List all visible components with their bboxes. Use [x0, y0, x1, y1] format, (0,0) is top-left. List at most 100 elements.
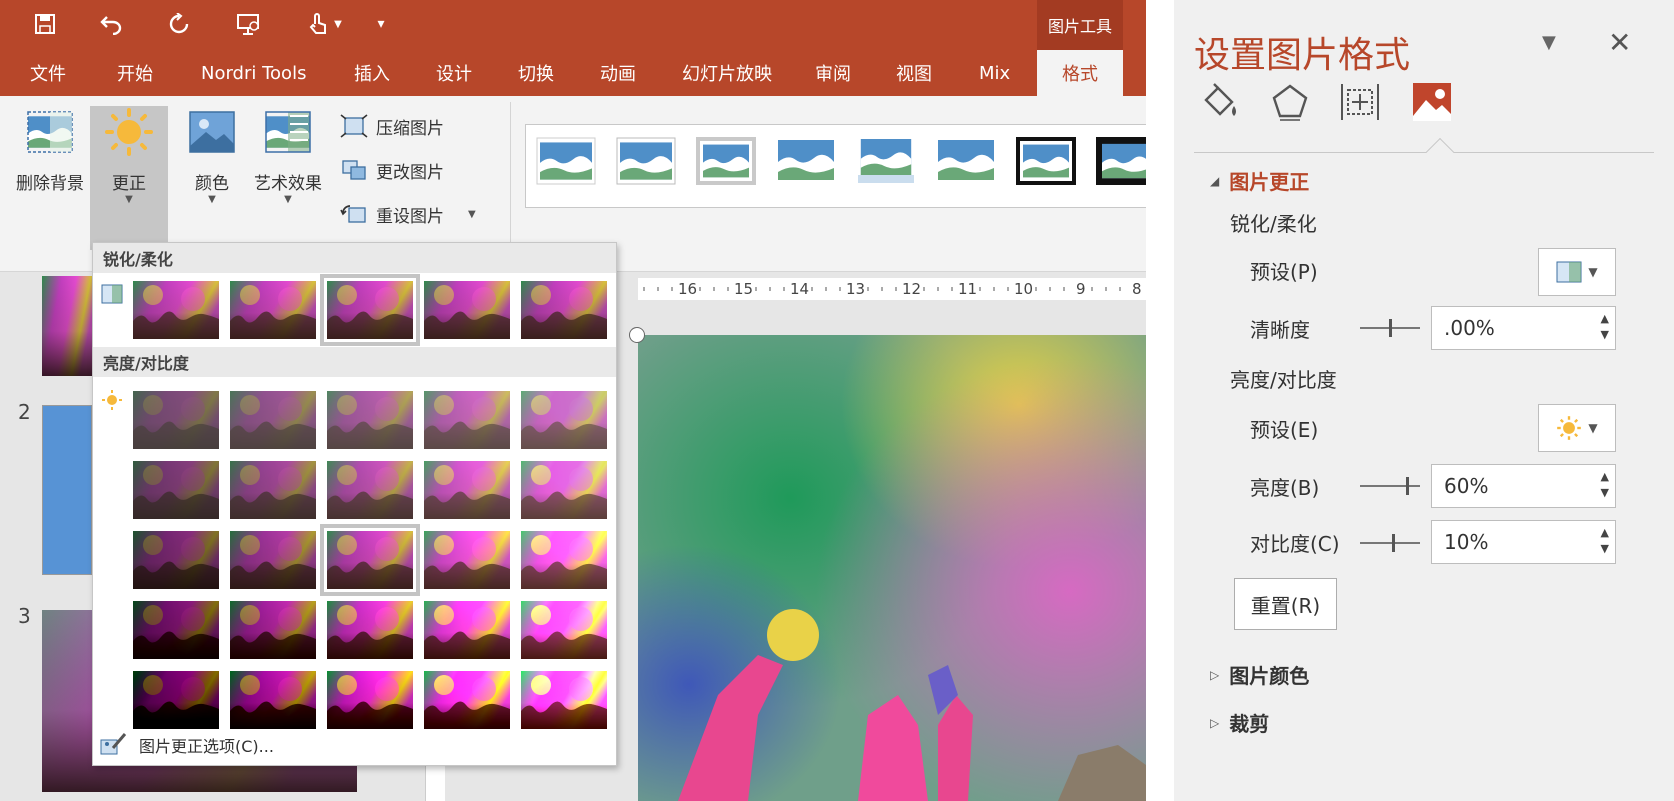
brightness-preset-thumb[interactable]: [327, 461, 413, 519]
tab-format[interactable]: 格式: [1037, 50, 1123, 96]
brightness-spinner[interactable]: 60% ▲ ▼: [1431, 464, 1616, 508]
brightness-preset-thumb[interactable]: [133, 531, 219, 589]
slider-thumb[interactable]: [1392, 534, 1395, 552]
brightness-preset-thumb[interactable]: [521, 671, 607, 729]
remove-background-button[interactable]: 删除背景: [10, 106, 90, 194]
brightness-preset-thumb[interactable]: [133, 461, 219, 519]
reset-button[interactable]: 重置(R): [1234, 578, 1337, 630]
tab-review[interactable]: 审阅: [815, 50, 851, 96]
tab-transitions[interactable]: 切换: [518, 50, 554, 96]
compress-pictures-button[interactable]: 压缩图片: [340, 108, 444, 144]
brightness-preset-thumb[interactable]: [424, 531, 510, 589]
tab-home[interactable]: 开始: [117, 50, 153, 96]
brightness-preset-thumb[interactable]: [521, 461, 607, 519]
brightness-contrast-header: 亮度/对比度: [93, 347, 616, 377]
sharpen-preset-thumb[interactable]: [133, 281, 219, 339]
clarity-spinner[interactable]: .00% ▲ ▼: [1431, 306, 1616, 350]
picture-style-thumb[interactable]: [536, 137, 596, 185]
spin-arrows-icon[interactable]: ▲ ▼: [1601, 469, 1609, 501]
corrections-options-icon: [100, 733, 127, 755]
customize-qat-icon[interactable]: ▾: [364, 8, 398, 40]
sharpen-preset-dropdown[interactable]: ▼: [1538, 248, 1616, 296]
slider-thumb[interactable]: [1406, 477, 1409, 495]
slideshow-icon[interactable]: [232, 8, 266, 40]
brightness-preset-thumb[interactable]: [230, 531, 316, 589]
artistic-effects-button[interactable]: 艺术效果 ▼: [246, 106, 330, 205]
clarity-slider[interactable]: [1360, 319, 1420, 337]
section-picture-color[interactable]: ▷ 图片颜色: [1210, 660, 1309, 689]
sharpen-preset-thumb[interactable]: [230, 281, 316, 339]
contrast-slider[interactable]: [1360, 534, 1420, 552]
section-crop[interactable]: ▷ 裁剪: [1210, 708, 1269, 737]
sun-icon: [1557, 416, 1582, 440]
fill-line-icon[interactable]: [1198, 80, 1242, 124]
sharpen-preset-thumb[interactable]: [320, 274, 420, 346]
brightness-preset-thumb[interactable]: [230, 671, 316, 729]
brightness-preset-thumb[interactable]: [230, 391, 316, 449]
brightness-preset-thumb[interactable]: [327, 671, 413, 729]
brightness-preset-dropdown[interactable]: ▼: [1538, 404, 1616, 452]
brightness-preset-thumb[interactable]: [230, 461, 316, 519]
brightness-preset-thumb[interactable]: [521, 531, 607, 589]
resize-handle[interactable]: [629, 327, 645, 343]
picture-style-thumb[interactable]: [616, 137, 676, 185]
sharpen-preset-thumb[interactable]: [424, 281, 510, 339]
color-button[interactable]: 颜色 ▼: [178, 106, 246, 205]
tab-nordri-tools[interactable]: Nordri Tools: [201, 50, 306, 96]
picture-style-thumb[interactable]: [856, 137, 916, 185]
brightness-preset-thumb[interactable]: [521, 391, 607, 449]
reset-picture-button[interactable]: 重设图片 ▼: [340, 196, 476, 232]
spin-arrows-icon[interactable]: ▲ ▼: [1601, 311, 1609, 343]
pane-options-chevron-icon[interactable]: ▼: [1542, 32, 1556, 53]
slide-thumb-1[interactable]: [42, 276, 92, 376]
slide-picture[interactable]: [638, 335, 1146, 801]
contrast-spinner[interactable]: 10% ▲ ▼: [1431, 520, 1616, 564]
tab-mix[interactable]: Mix: [979, 50, 1010, 96]
tab-view[interactable]: 视图: [896, 50, 932, 96]
picture-style-thumb[interactable]: [776, 137, 836, 185]
picture-icon[interactable]: [1410, 80, 1454, 124]
tab-file[interactable]: 文件: [30, 50, 66, 96]
tab-slideshow[interactable]: 幻灯片放映: [682, 50, 772, 96]
slider-thumb[interactable]: [1389, 319, 1392, 337]
chevron-down-icon[interactable]: ▼: [468, 209, 476, 220]
slide-number: 2: [18, 400, 31, 424]
ruler-label: 8: [1132, 280, 1142, 298]
sharpen-preset-thumb[interactable]: [521, 281, 607, 339]
spin-arrows-icon[interactable]: ▲ ▼: [1601, 525, 1609, 557]
brightness-preset-thumb[interactable]: [521, 601, 607, 659]
corrections-button[interactable]: 更正 ▼: [90, 106, 168, 250]
undo-icon[interactable]: [94, 8, 128, 40]
brightness-preset-thumb[interactable]: [424, 671, 510, 729]
ribbon-separator: [510, 102, 511, 252]
ruler-label: 12: [902, 280, 922, 298]
tab-insert[interactable]: 插入: [354, 50, 390, 96]
size-position-icon[interactable]: [1338, 80, 1382, 124]
brightness-preset-thumb[interactable]: [424, 461, 510, 519]
change-picture-button[interactable]: 更改图片: [340, 152, 444, 188]
picture-style-thumb[interactable]: [1016, 137, 1076, 185]
slide-thumb-2[interactable]: [42, 405, 92, 575]
redo-icon[interactable]: [162, 8, 196, 40]
brightness-preset-thumb[interactable]: [424, 391, 510, 449]
picture-style-thumb[interactable]: [936, 137, 996, 185]
section-picture-corrections[interactable]: ◢ 图片更正: [1210, 166, 1309, 195]
brightness-preset-thumb[interactable]: [133, 391, 219, 449]
touch-mode-icon[interactable]: ▼: [300, 8, 348, 40]
close-icon[interactable]: ✕: [1608, 26, 1631, 59]
tab-design[interactable]: 设计: [436, 50, 472, 96]
brightness-preset-thumb[interactable]: [327, 391, 413, 449]
brightness-preset-thumb[interactable]: [327, 601, 413, 659]
brightness-preset-thumb[interactable]: [424, 601, 510, 659]
brightness-preset-thumb[interactable]: [133, 601, 219, 659]
brightness-value: 60%: [1444, 474, 1489, 498]
brightness-slider[interactable]: [1360, 477, 1420, 495]
picture-style-thumb[interactable]: [696, 137, 756, 185]
picture-corrections-options-link[interactable]: 图片更正选项(C)...: [93, 727, 616, 763]
brightness-preset-thumb[interactable]: [320, 524, 420, 596]
effects-pentagon-icon[interactable]: [1268, 80, 1312, 124]
brightness-preset-thumb[interactable]: [230, 601, 316, 659]
brightness-preset-thumb[interactable]: [133, 671, 219, 729]
save-icon[interactable]: [28, 8, 62, 40]
tab-animations[interactable]: 动画: [600, 50, 636, 96]
